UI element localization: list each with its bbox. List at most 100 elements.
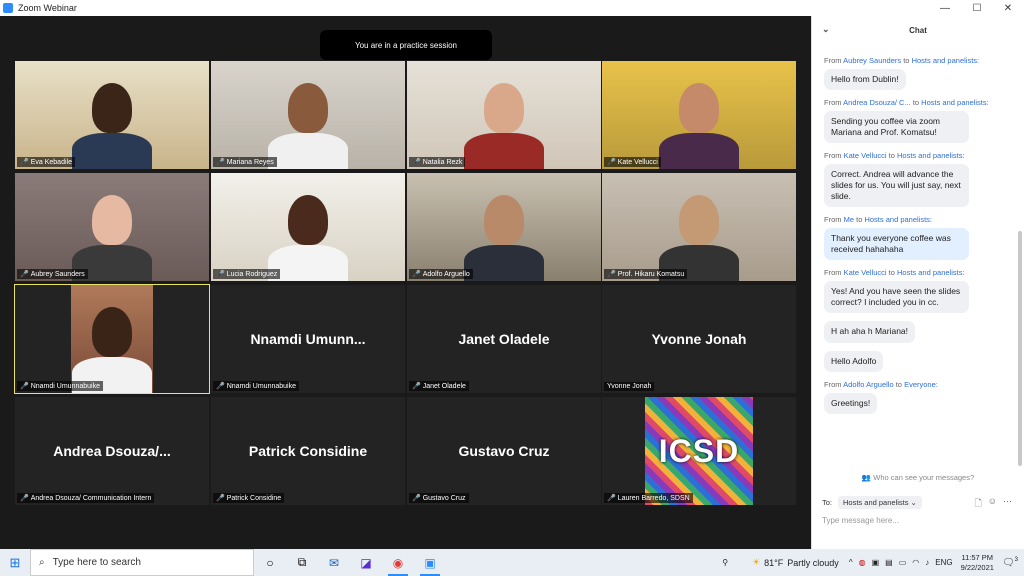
video-feed	[15, 61, 209, 169]
video-tile[interactable]: 🎤 Kate Vellucci	[602, 61, 796, 169]
message-recipient[interactable]: Hosts and panelists:	[897, 268, 965, 277]
who-can-see-text: Who can see your messages?	[873, 473, 975, 482]
message-meta: From Aubrey Saunders to Hosts and paneli…	[824, 56, 1017, 65]
video-tile[interactable]: 🎤 Aubrey Saunders	[15, 173, 209, 281]
message-bubble: Hello from Dublin!	[824, 69, 906, 91]
chat-input[interactable]: Type message here...	[822, 516, 899, 525]
message-bubble: Thank you everyone coffee was received h…	[824, 228, 969, 261]
wifi-icon[interactable]: ◠	[912, 558, 919, 567]
participant-name: Natalia Rezk	[422, 158, 463, 166]
window-title: Zoom Webinar	[18, 3, 77, 13]
language-indicator[interactable]: ENG	[935, 558, 952, 567]
message-sender[interactable]: Adolfo Arguello	[843, 380, 893, 389]
participant-name-label: 🎤 Adolfo Arguello	[409, 269, 473, 279]
chevron-down-icon[interactable]: ⌄	[822, 24, 830, 35]
mic-muted-icon: 🎤	[20, 271, 29, 278]
notifications-icon[interactable]: 🗨3	[1002, 557, 1018, 568]
people-icon: 👥	[861, 473, 872, 482]
message-recipient[interactable]: Hosts and panelists:	[897, 151, 965, 160]
video-tile[interactable]: Patrick Considine 🎤 Patrick Considine	[211, 397, 405, 505]
video-tile[interactable]: Yvonne Jonah Yvonne Jonah	[602, 285, 796, 393]
recipient-select[interactable]: Hosts and panelists ⌄	[838, 496, 922, 509]
message-recipient[interactable]: Everyone:	[904, 380, 938, 389]
windows-start-icon[interactable]: ⊞	[0, 555, 30, 571]
participant-name: Patrick Considine	[226, 494, 282, 502]
app-icon[interactable]: ◪	[350, 549, 382, 576]
message-sender[interactable]: Kate Vellucci	[844, 268, 887, 277]
chat-actions: 🗋 ☺ ⋯	[975, 496, 1012, 512]
people-tray-icon[interactable]: ⚲	[722, 558, 728, 567]
participant-name-label: 🎤 Kate Vellucci	[604, 157, 661, 167]
participant-name-label: 🎤 Nnamdi Umunnabuike	[213, 381, 299, 391]
participant-name: Prof. Hikaru Komatsu	[617, 270, 685, 278]
participant-name-label: 🎤 Natalia Rezk	[409, 157, 466, 167]
weather-widget[interactable]: ☀ 81°F Partly cloudy	[752, 557, 839, 568]
message-sender[interactable]: Andrea Dsouza/ C...	[843, 98, 911, 107]
taskbar-search-input[interactable]: ⌕ Type here to search	[30, 549, 254, 576]
video-tile[interactable]: 🎤 Eva Kebadile	[15, 61, 209, 169]
message-sender[interactable]: Aubrey Saunders	[843, 56, 901, 65]
emoji-icon[interactable]: ☺	[988, 496, 997, 512]
video-tile[interactable]: 🎤 Lucia Rodriguez	[211, 173, 405, 281]
cortana-icon[interactable]: ○	[254, 549, 286, 576]
video-tile[interactable]: 🎤 Mariana Reyes	[211, 61, 405, 169]
message-recipient[interactable]: Hosts and panelists:	[921, 98, 989, 107]
clock[interactable]: 11:57 PM 9/22/2021	[961, 553, 994, 572]
mail-icon[interactable]: ✉	[318, 549, 350, 576]
video-tile[interactable]: 🎤 Prof. Hikaru Komatsu	[602, 173, 796, 281]
participant-name-label: Yvonne Jonah	[604, 382, 655, 391]
close-button[interactable]: ✕	[993, 0, 1023, 16]
video-tile[interactable]: ICSD 🎤 Lauren Barredo, SDSN	[602, 397, 796, 505]
search-icon: ⌕	[39, 557, 45, 568]
taskbar: ⊞ ⌕ Type here to search ○ ⧉ ✉ ◪ ◉ ▣ ⚲ ☀ …	[0, 549, 1024, 576]
to-word: to	[903, 56, 910, 65]
mic-muted-icon: 🎤	[216, 159, 225, 166]
battery-icon[interactable]: ▭	[899, 558, 907, 567]
chat-messages[interactable]: From Aubrey Saunders to Hosts and paneli…	[812, 50, 1017, 465]
chrome-icon[interactable]: ◉	[382, 549, 414, 576]
participant-name-label: 🎤 Aubrey Saunders	[17, 269, 88, 279]
video-tile[interactable]: Janet Oladele 🎤 Janet Oladele	[407, 285, 601, 393]
volume-icon[interactable]: ♪	[925, 558, 929, 567]
mic-muted-icon: 🎤	[20, 159, 29, 166]
participant-name: Janet Oladele	[422, 382, 466, 390]
video-tile[interactable]: Nnamdi Umunn... 🎤 Nnamdi Umunnabuike	[211, 285, 405, 393]
tray-app-icon[interactable]: ◍	[859, 558, 866, 567]
message-bubble: Greetings!	[824, 392, 878, 414]
message-recipient[interactable]: Hosts and panelists:	[912, 56, 980, 65]
video-tile[interactable]: 🎤 Nnamdi Umunnabuike	[14, 284, 210, 394]
maximize-button[interactable]: ☐	[962, 0, 992, 16]
video-feed	[211, 173, 405, 281]
video-feed	[602, 173, 796, 281]
participant-display-name: Patrick Considine	[248, 443, 368, 459]
message-sender[interactable]: Me	[844, 215, 854, 224]
from-word: From	[824, 379, 842, 389]
chat-scrollbar[interactable]	[1018, 231, 1022, 466]
video-tile[interactable]: Gustavo Cruz 🎤 Gustavo Cruz	[407, 397, 601, 505]
task-view-icon[interactable]: ⧉	[286, 549, 318, 576]
weather-text: Partly cloudy	[787, 557, 839, 568]
partly-cloudy-icon: ☀	[752, 557, 761, 567]
more-icon[interactable]: ⋯	[1003, 496, 1012, 512]
zoom-taskbar-icon[interactable]: ▣	[414, 549, 446, 576]
mic-muted-icon: 🎤	[412, 383, 421, 390]
file-icon[interactable]: 🗋	[975, 496, 982, 512]
tray-app-icon-3[interactable]: ▤	[885, 558, 893, 567]
video-tile[interactable]: 🎤 Natalia Rezk	[407, 61, 601, 169]
video-gallery: You are in a practice session 🎤 Eva Kebad…	[0, 16, 811, 549]
tray-app-icon-2[interactable]: ▣	[872, 558, 880, 567]
message-sender[interactable]: Kate Vellucci	[844, 151, 887, 160]
who-can-see-link[interactable]: 👥 Who can see your messages?	[812, 473, 1024, 482]
video-tile[interactable]: Andrea Dsouza/... 🎤 Andrea Dsouza/ Communi…	[15, 397, 209, 505]
mic-muted-icon: 🎤	[216, 271, 225, 278]
message-bubble: Sending you coffee via zoom Mariana and …	[824, 111, 969, 144]
message-recipient[interactable]: Hosts and panelists:	[864, 215, 932, 224]
participant-name: Adolfo Arguello	[422, 270, 470, 278]
minimize-button[interactable]: —	[930, 0, 960, 16]
chevron-up-icon[interactable]: ^	[849, 558, 853, 567]
participant-name: Eva Kebadile	[30, 158, 72, 166]
temperature: 81°F	[764, 557, 784, 568]
from-word: From	[824, 98, 842, 108]
participant-display-name: Gustavo Cruz	[458, 443, 550, 459]
video-tile[interactable]: 🎤 Adolfo Arguello	[407, 173, 601, 281]
